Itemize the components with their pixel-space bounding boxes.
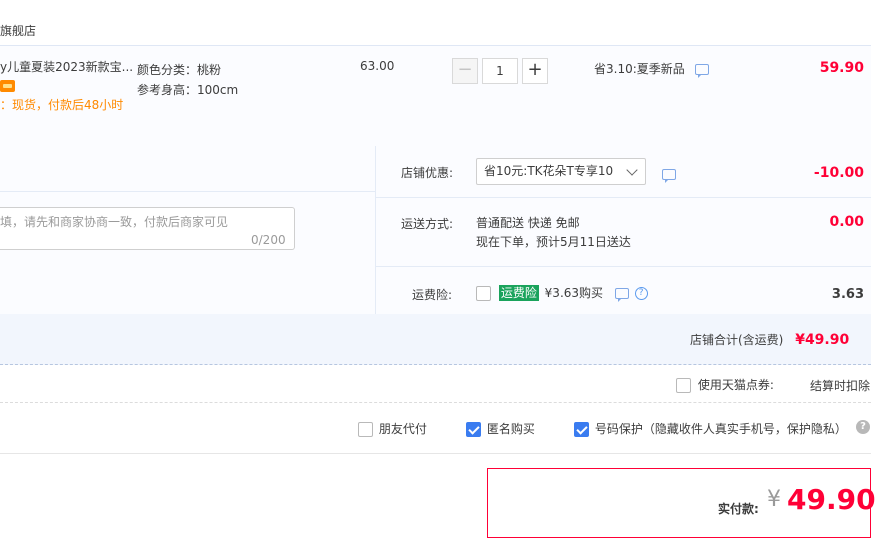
insurance-chat-icon[interactable] bbox=[614, 288, 629, 302]
store-total: 店铺合计(含运费) ¥49.90 bbox=[690, 331, 849, 348]
insurance-option: 运费险 ¥3.63购买 ? bbox=[476, 284, 648, 302]
payment-label: 实付款: bbox=[718, 502, 759, 516]
shipping-note: ：现货，付款后48小时 bbox=[0, 98, 124, 112]
option-anonymous: 匿名购买 bbox=[466, 420, 535, 437]
message-char-count: 0/200 bbox=[251, 233, 286, 247]
sku-height: 参考身高：100cm bbox=[137, 83, 239, 97]
item-promo: 省3.10:夏季新品 bbox=[594, 60, 709, 78]
shipping-line-2: 现在下单，预计5月11日送达 bbox=[476, 235, 631, 249]
help-icon[interactable]: ? bbox=[856, 420, 870, 434]
friend-pay-label: 朋友代付 bbox=[378, 422, 427, 436]
sku-info: 颜色分类：桃粉 参考身高：100cm bbox=[137, 60, 238, 100]
options-divider bbox=[0, 453, 871, 454]
section-divider bbox=[375, 146, 376, 314]
option-friend-pay: 朋友代付 bbox=[358, 420, 427, 437]
insurance-label: 运费险: bbox=[412, 288, 453, 302]
item-subtotal: 59.90 bbox=[819, 60, 864, 76]
anonymous-checkbox[interactable] bbox=[466, 422, 481, 437]
message-placeholder: 填，请先和商家协商一致，付款后商家可见 bbox=[0, 215, 229, 229]
store-discount-amount: -10.00 bbox=[813, 165, 864, 181]
quantity-input[interactable]: 1 bbox=[482, 58, 518, 84]
store-discount-label: 店铺优惠: bbox=[401, 166, 454, 180]
chevron-down-icon bbox=[626, 164, 638, 176]
shipping-line-1: 普通配送 快递 免邮 bbox=[476, 216, 580, 230]
tmall-badge-icon bbox=[0, 80, 15, 92]
store-total-label: 店铺合计(含运费) bbox=[690, 333, 784, 347]
points-option: 使用天猫点券: bbox=[676, 376, 774, 393]
left-divider bbox=[0, 191, 375, 192]
promo-chat-icon[interactable] bbox=[694, 64, 709, 78]
currency-symbol: ¥ bbox=[767, 487, 781, 512]
shipping-label: 运送方式: bbox=[401, 217, 454, 231]
sku-color: 颜色分类：桃粉 bbox=[137, 63, 222, 77]
payment-amount: 49.90 bbox=[787, 483, 876, 516]
shipping-method: 普通配送 快递 免邮 现在下单，预计5月11日送达 bbox=[476, 214, 631, 252]
insurance-checkbox[interactable] bbox=[476, 286, 491, 301]
right-divider-1 bbox=[376, 197, 871, 198]
quantity-stepper: − 1 + bbox=[452, 58, 548, 84]
promo-text: 省3.10:夏季新品 bbox=[594, 62, 685, 76]
product-title[interactable]: y儿童夏装2023新款宝... bbox=[0, 58, 133, 75]
increase-quantity-button[interactable]: + bbox=[522, 58, 548, 84]
unit-price: 63.00 bbox=[360, 59, 395, 73]
insurance-tag: 运费险 bbox=[498, 285, 539, 301]
dashed-divider bbox=[0, 402, 871, 404]
store-total-amount: ¥49.90 bbox=[795, 332, 850, 348]
number-protect-label: 号码保护（隐藏收件人真实手机号，保护隐私） bbox=[594, 422, 847, 436]
points-checkbox[interactable] bbox=[676, 378, 691, 393]
right-divider-2 bbox=[376, 266, 871, 267]
store-discount-value: 省10元:TK花朵T专享10 bbox=[484, 164, 614, 178]
friend-pay-checkbox[interactable] bbox=[358, 422, 373, 437]
shipping-amount: 0.00 bbox=[829, 214, 864, 230]
help-icon[interactable]: ? bbox=[634, 287, 648, 300]
points-note: 结算时扣除 bbox=[810, 379, 871, 393]
discount-chat-icon[interactable] bbox=[662, 169, 676, 183]
decrease-quantity-button[interactable]: − bbox=[452, 58, 478, 84]
option-number-protect: 号码保护（隐藏收件人真实手机号，保护隐私） bbox=[574, 420, 847, 437]
insurance-amount: 3.63 bbox=[831, 287, 864, 302]
store-discount-select[interactable]: 省10元:TK花朵T专享10 bbox=[476, 158, 646, 185]
points-label: 使用天猫点券: bbox=[697, 378, 774, 392]
number-protect-checkbox[interactable] bbox=[574, 422, 589, 437]
anonymous-label: 匿名购买 bbox=[486, 422, 535, 436]
insurance-price: ¥3.63购买 bbox=[544, 286, 604, 300]
store-name[interactable]: 旗舰店 bbox=[0, 22, 36, 39]
